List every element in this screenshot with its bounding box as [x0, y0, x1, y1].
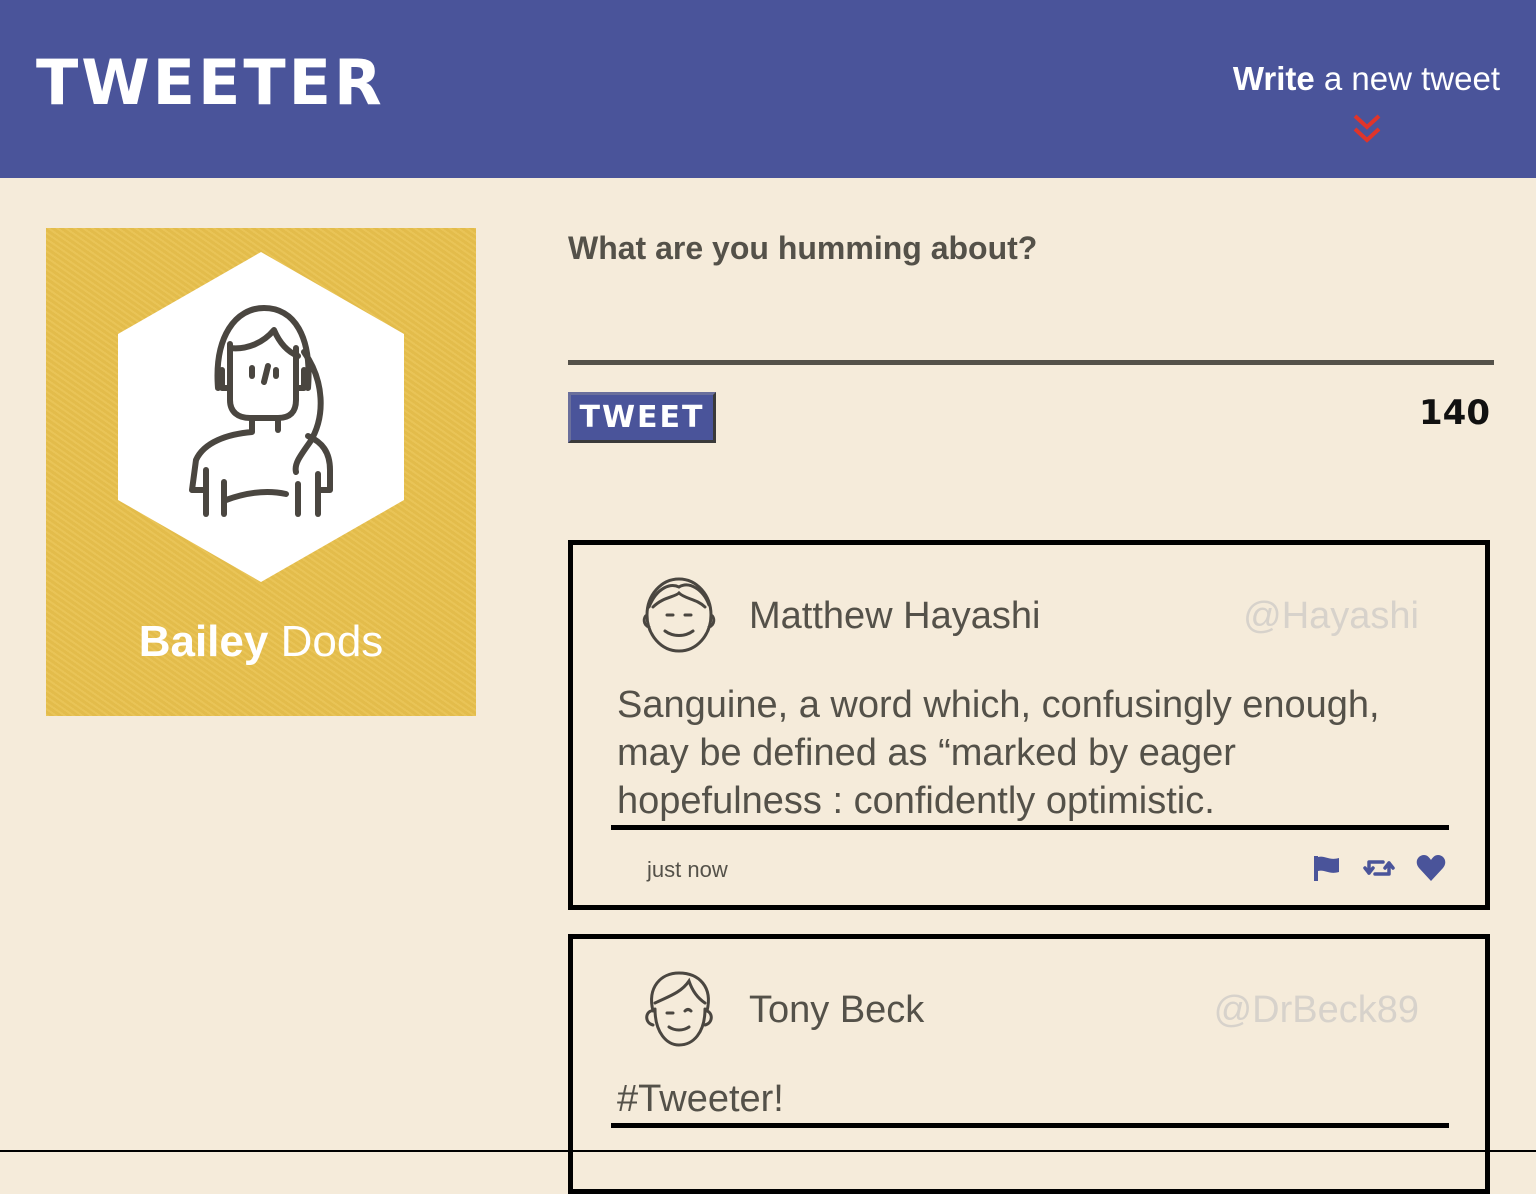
tweet-card: Matthew Hayashi @Hayashi Sanguine, a wor…	[568, 540, 1490, 910]
profile-name: Bailey Dods	[46, 620, 476, 664]
character-counter: 140	[1419, 393, 1490, 433]
tweet-timestamp: just now	[647, 857, 728, 882]
user-avatar-icon	[642, 577, 716, 653]
tweet-text-input[interactable]	[568, 290, 1494, 365]
flag-icon[interactable]	[1311, 853, 1343, 883]
tweet-author-name: Tony Beck	[749, 989, 925, 1031]
user-avatar-icon	[645, 971, 713, 1047]
tweet-divider	[611, 1123, 1449, 1128]
brand-logo[interactable]: TWEETER	[36, 52, 385, 114]
write-new-tweet-toggle[interactable]: Write a new tweet	[1233, 62, 1500, 95]
tweet-author-handle[interactable]: @DrBeck89	[1214, 989, 1419, 1032]
top-nav: TWEETER Write a new tweet	[0, 0, 1536, 178]
tweet-card: Tony Beck @DrBeck89 #Tweeter!	[568, 934, 1490, 1194]
tweet-author-handle[interactable]: @Hayashi	[1243, 595, 1419, 638]
profile-avatar	[118, 252, 404, 582]
write-label-rest: a new tweet	[1314, 60, 1500, 97]
profile-last-name: Dods	[268, 617, 384, 666]
retweet-icon[interactable]	[1363, 853, 1395, 883]
tweet-text: Sanguine, a word which, confusingly enou…	[617, 684, 1380, 822]
profile-card: Bailey Dods	[46, 228, 476, 716]
heart-icon[interactable]	[1415, 853, 1447, 883]
tweet-submit-button[interactable]: TWEET	[568, 392, 716, 443]
tweet-divider	[611, 825, 1449, 830]
tweet-text: #Tweeter!	[617, 1078, 784, 1120]
profile-first-name: Bailey	[138, 617, 269, 666]
tweet-actions	[1311, 853, 1447, 883]
double-chevron-down-icon[interactable]	[1351, 112, 1383, 146]
compose-prompt: What are you humming about?	[568, 230, 1038, 266]
write-label-bold: Write	[1232, 60, 1315, 97]
tweet-author-name: Matthew Hayashi	[749, 595, 1041, 637]
write-new-tweet-label[interactable]: Write a new tweet	[1233, 62, 1500, 95]
